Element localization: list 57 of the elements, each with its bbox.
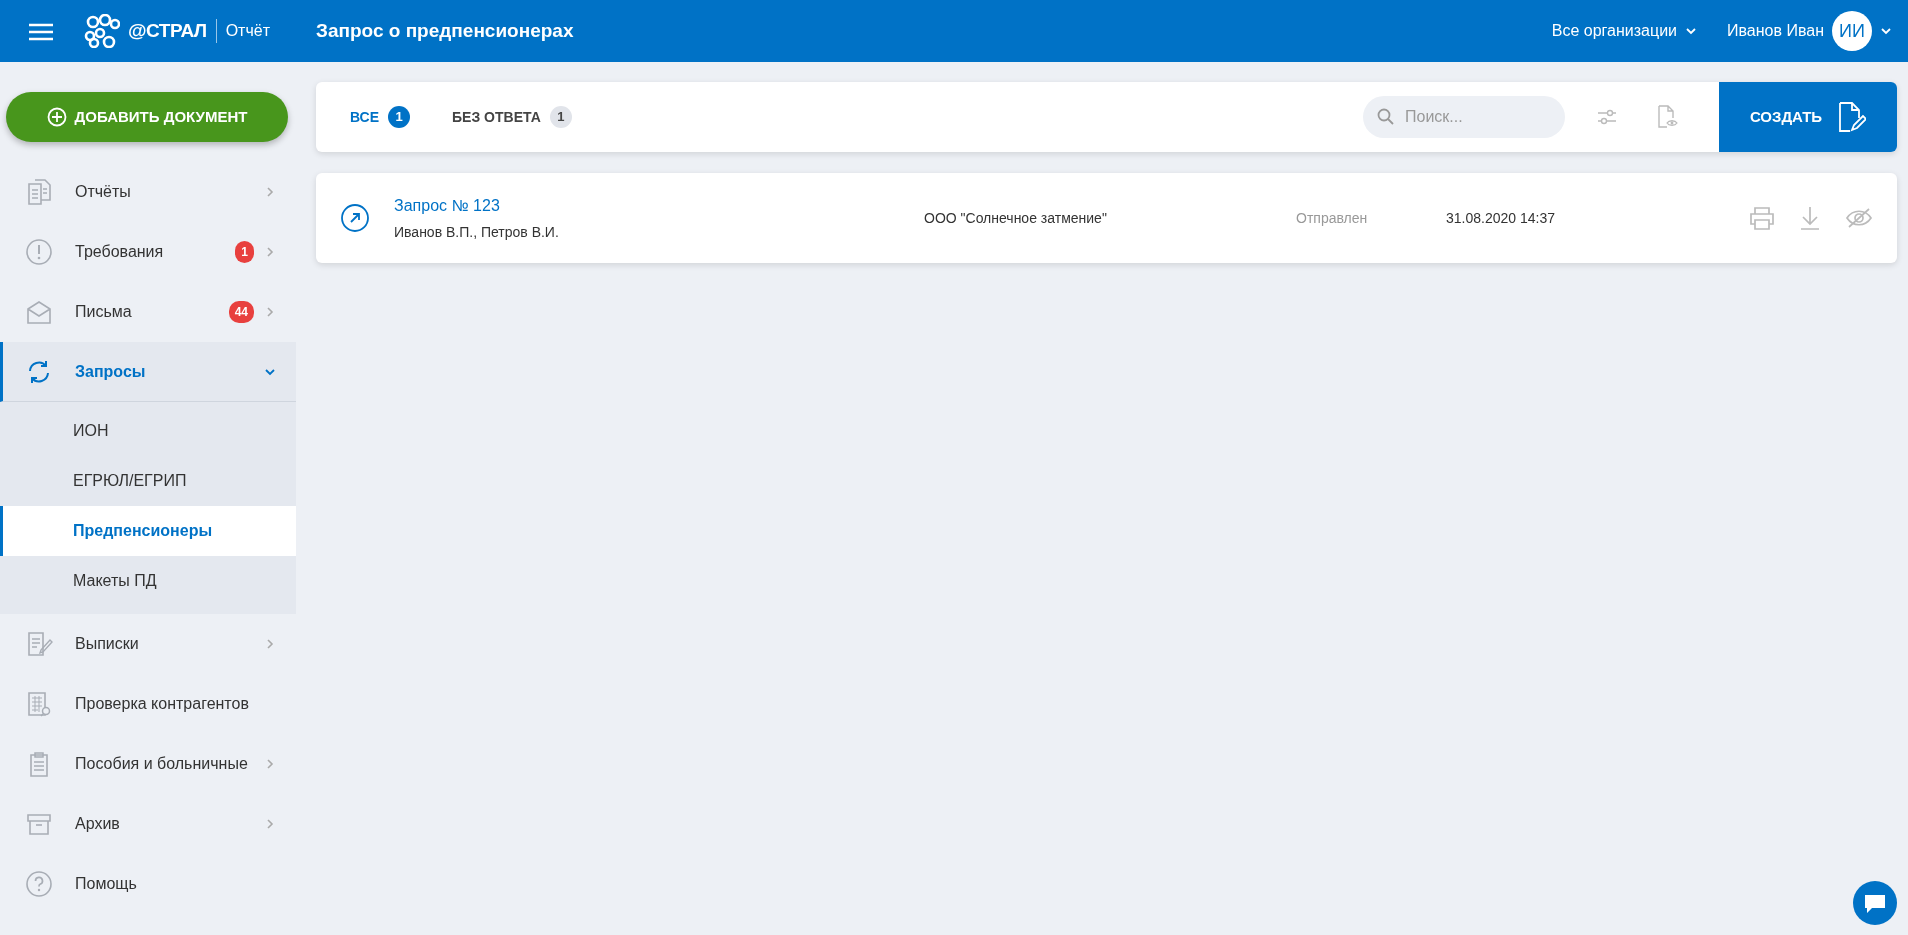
sidebar-item[interactable]: Требования 1 <box>0 222 296 282</box>
create-button[interactable]: СОЗДАТЬ <box>1719 82 1897 152</box>
sidebar-subitem[interactable]: Макеты ПД <box>0 556 296 606</box>
hidden-eye-icon[interactable] <box>1845 207 1873 229</box>
sidebar-subitem[interactable]: Предпенсионеры <box>0 506 296 556</box>
page-title: Запрос о предпенсионерах <box>316 18 574 43</box>
sidebar-item[interactable]: Архив <box>0 794 296 854</box>
filter-tab[interactable]: БЕЗ ОТВЕТА 1 <box>446 105 578 129</box>
chat-button[interactable] <box>1853 881 1897 925</box>
sidebar-item[interactable]: Письма 44 <box>0 282 296 342</box>
table-search-icon <box>25 690 53 718</box>
count-badge: 44 <box>228 301 254 323</box>
document-eye-icon[interactable] <box>1657 105 1679 129</box>
request-people: Иванов В.П., Петров В.И. <box>394 222 560 242</box>
product-name: Отчёт <box>215 19 270 43</box>
user-avatar[interactable]: ИИ <box>1832 11 1872 51</box>
search-icon <box>1377 108 1395 126</box>
help-icon <box>25 870 53 898</box>
sidebar-item[interactable]: Выписки <box>0 614 296 674</box>
document-pen-icon <box>1838 101 1867 133</box>
document-icon <box>25 178 53 206</box>
add-document-button[interactable]: ДОБАВИТЬ ДОКУМЕНТ <box>6 92 288 142</box>
chevron-right-icon <box>264 758 276 770</box>
sidebar-item[interactable]: Проверка контрагентов <box>0 674 296 734</box>
sidebar-subitem[interactable]: ИОН <box>0 406 296 456</box>
chevron-right-icon <box>264 186 276 198</box>
sidebar-item[interactable]: Запросы <box>0 342 296 402</box>
warning-icon <box>25 238 53 266</box>
request-status: Отправлен <box>1296 208 1369 228</box>
sidebar-item[interactable]: Отчёты <box>0 162 296 222</box>
chevron-down-icon[interactable] <box>1880 25 1892 37</box>
sidebar-item[interactable]: Пособия и больничные <box>0 734 296 794</box>
count-badge: 1 <box>235 241 254 263</box>
organization-name: ООО "Солнечное затмение" <box>924 208 1108 228</box>
print-icon[interactable] <box>1749 206 1775 230</box>
plus-circle-icon <box>46 107 67 127</box>
organization-dropdown[interactable]: Все организации <box>1545 18 1704 44</box>
menu-icon <box>29 22 53 41</box>
sidebar-subitem[interactable]: ЕГРЮЛ/ЕГРИП <box>0 456 296 506</box>
chevron-down-icon <box>1685 25 1698 37</box>
filter-tab[interactable]: ВСЕ 1 <box>344 105 417 129</box>
search-field[interactable]: Поиск... <box>1363 96 1565 138</box>
chevron-right-icon <box>264 306 276 318</box>
download-icon[interactable] <box>1799 205 1821 231</box>
chat-icon <box>1863 892 1887 915</box>
chevron-right-icon <box>264 638 276 650</box>
request-date: 31.08.2020 14:37 <box>1446 208 1555 228</box>
sidebar-item[interactable]: Помощь <box>0 854 296 914</box>
chevron-right-icon <box>264 818 276 830</box>
envelope-icon <box>25 298 53 326</box>
brand-name: @СТРАЛ <box>128 18 207 43</box>
chevron-right-icon <box>264 246 276 258</box>
document-pen-icon <box>25 630 53 658</box>
sliders-icon[interactable] <box>1597 108 1617 126</box>
request-title-link[interactable]: Запрос № 123 <box>394 193 924 218</box>
user-name: Иванов Иван <box>1727 21 1824 41</box>
logo-icon <box>84 14 120 48</box>
